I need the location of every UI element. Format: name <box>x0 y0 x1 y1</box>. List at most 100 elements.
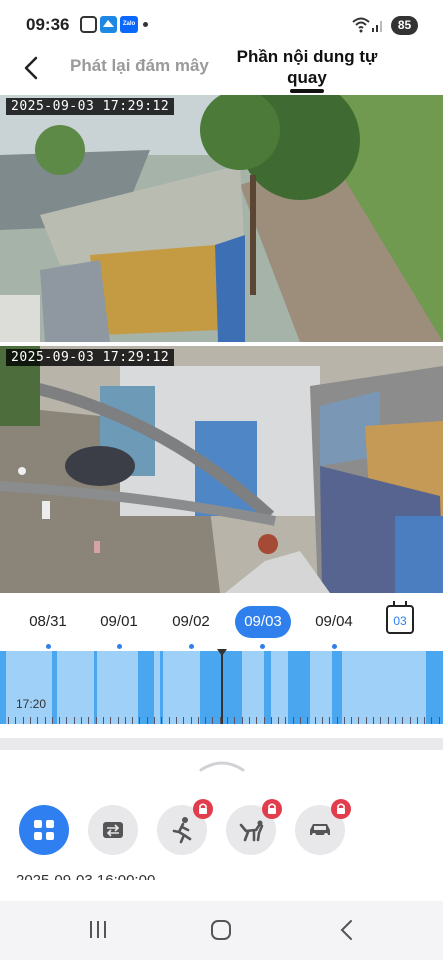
notification-dot <box>143 22 148 27</box>
timeline-tick <box>139 717 141 724</box>
recording-segment <box>264 651 271 724</box>
timeline-tick <box>336 717 338 724</box>
camera-feed-2[interactable]: 2025-09-03 17:29:12 <box>0 346 443 593</box>
timeline-tick <box>37 717 39 724</box>
recording-segment <box>332 651 342 724</box>
timeline-tick <box>438 717 440 724</box>
calendar-button[interactable]: 03 <box>386 601 414 634</box>
timeline-tick <box>22 717 24 724</box>
timeline-playhead[interactable] <box>221 651 223 724</box>
timeline-tick <box>51 717 53 724</box>
timeline-tick <box>175 717 177 724</box>
lock-icon <box>337 803 345 814</box>
timeline-tick <box>168 717 170 724</box>
date-item[interactable]: 09/02 <box>163 606 219 638</box>
calendar-icon <box>393 601 407 607</box>
timeline-tick <box>15 717 17 724</box>
timeline-tick <box>66 717 68 724</box>
zalo-icon: Zalo <box>120 16 138 33</box>
timeline-tick <box>248 717 250 724</box>
tab-cloud-playback[interactable]: Phát lại đám mây <box>70 56 209 76</box>
timeline-tick <box>88 717 90 724</box>
timeline-tick <box>44 717 46 724</box>
timeline-tick <box>95 717 97 724</box>
screenshot-icon <box>80 16 97 33</box>
timeline-tick <box>394 717 396 724</box>
recent-apps-icon <box>90 921 106 938</box>
timeline-tick <box>380 717 382 724</box>
date-item[interactable]: 08/31 <box>20 606 76 638</box>
panel-drag-handle[interactable] <box>199 758 245 772</box>
recording-segment <box>0 651 6 724</box>
timeline-tick <box>110 717 112 724</box>
timeline-tick <box>263 717 265 724</box>
recording-segment <box>426 651 443 724</box>
timeline-tick <box>300 717 301 724</box>
switch-icon <box>103 822 123 838</box>
recording-dot <box>260 644 265 649</box>
timeline-tick <box>8 717 9 724</box>
home-button[interactable] <box>211 920 231 940</box>
date-item[interactable]: 09/04 <box>306 606 362 638</box>
timeline-tick <box>59 717 61 724</box>
chevron-left-icon <box>24 56 38 80</box>
tab-self-recorded[interactable]: Phần nội dung tự quay <box>236 46 378 88</box>
timeline-tick <box>205 717 207 724</box>
calendar-day: 03 <box>393 614 407 628</box>
nav-back-button[interactable] <box>338 919 354 941</box>
timeline-tick <box>81 717 82 724</box>
timeline-tick <box>102 717 104 724</box>
timeline-tick <box>270 717 272 724</box>
timeline-tick <box>424 717 426 724</box>
timeline-tick <box>373 717 374 724</box>
battery-indicator: 85 <box>391 16 418 35</box>
status-time: 09:36 <box>26 15 70 34</box>
camera-timestamp-1: 2025-09-03 17:29:12 <box>6 98 175 115</box>
lock-icon <box>268 803 276 814</box>
date-item-selected[interactable]: 09/03 <box>235 606 291 638</box>
timeline-tick <box>117 717 119 724</box>
timeline-tick <box>358 717 360 724</box>
divider-strip <box>0 738 443 750</box>
wifi-icon <box>352 17 370 33</box>
timeline-tick <box>431 717 433 724</box>
timeline-tick <box>183 717 185 724</box>
system-nav-bar <box>0 901 443 960</box>
back-button[interactable] <box>18 54 46 82</box>
lock-icon <box>199 803 207 814</box>
signal-icon <box>372 21 382 32</box>
recording-segment <box>138 651 154 724</box>
recording-segment <box>288 651 310 724</box>
status-bar: 09:36 Zalo 85 <box>0 0 443 50</box>
timeline-time-label: 17:20 <box>16 697 47 711</box>
timeline-tick <box>314 717 316 724</box>
timeline-tick <box>307 717 309 724</box>
switch-view-button[interactable] <box>88 805 138 855</box>
camera-feed-1[interactable]: 2025-09-03 17:29:12 <box>0 95 443 342</box>
timeline-tick <box>124 717 126 724</box>
timeline-tick <box>321 717 323 724</box>
timeline-tick <box>285 717 287 724</box>
timeline-tick <box>416 717 418 724</box>
camera-timestamp-2: 2025-09-03 17:29:12 <box>6 349 175 366</box>
timeline-tick <box>154 717 155 724</box>
app-icon <box>100 16 117 33</box>
camera-image-2 <box>0 346 443 593</box>
date-selector: 08/31 09/01 09/02 09/03 09/04 <box>0 606 443 649</box>
grid-icon <box>34 820 54 840</box>
chevron-up-icon <box>199 761 245 772</box>
timeline-tick <box>190 717 192 724</box>
recording-dot <box>46 644 51 649</box>
grid-view-button[interactable] <box>19 805 69 855</box>
recent-apps-button[interactable] <box>88 920 108 939</box>
lock-badge <box>193 799 213 819</box>
timeline-tick <box>29 717 31 724</box>
lock-badge <box>331 799 351 819</box>
timeline-tick <box>197 717 199 724</box>
timeline-tick <box>278 717 280 724</box>
lock-badge <box>262 799 282 819</box>
date-item[interactable]: 09/01 <box>91 606 147 638</box>
zalo-label: Zalo <box>122 21 136 27</box>
back-arrow-icon <box>340 920 352 940</box>
timeline-tick <box>234 717 236 724</box>
